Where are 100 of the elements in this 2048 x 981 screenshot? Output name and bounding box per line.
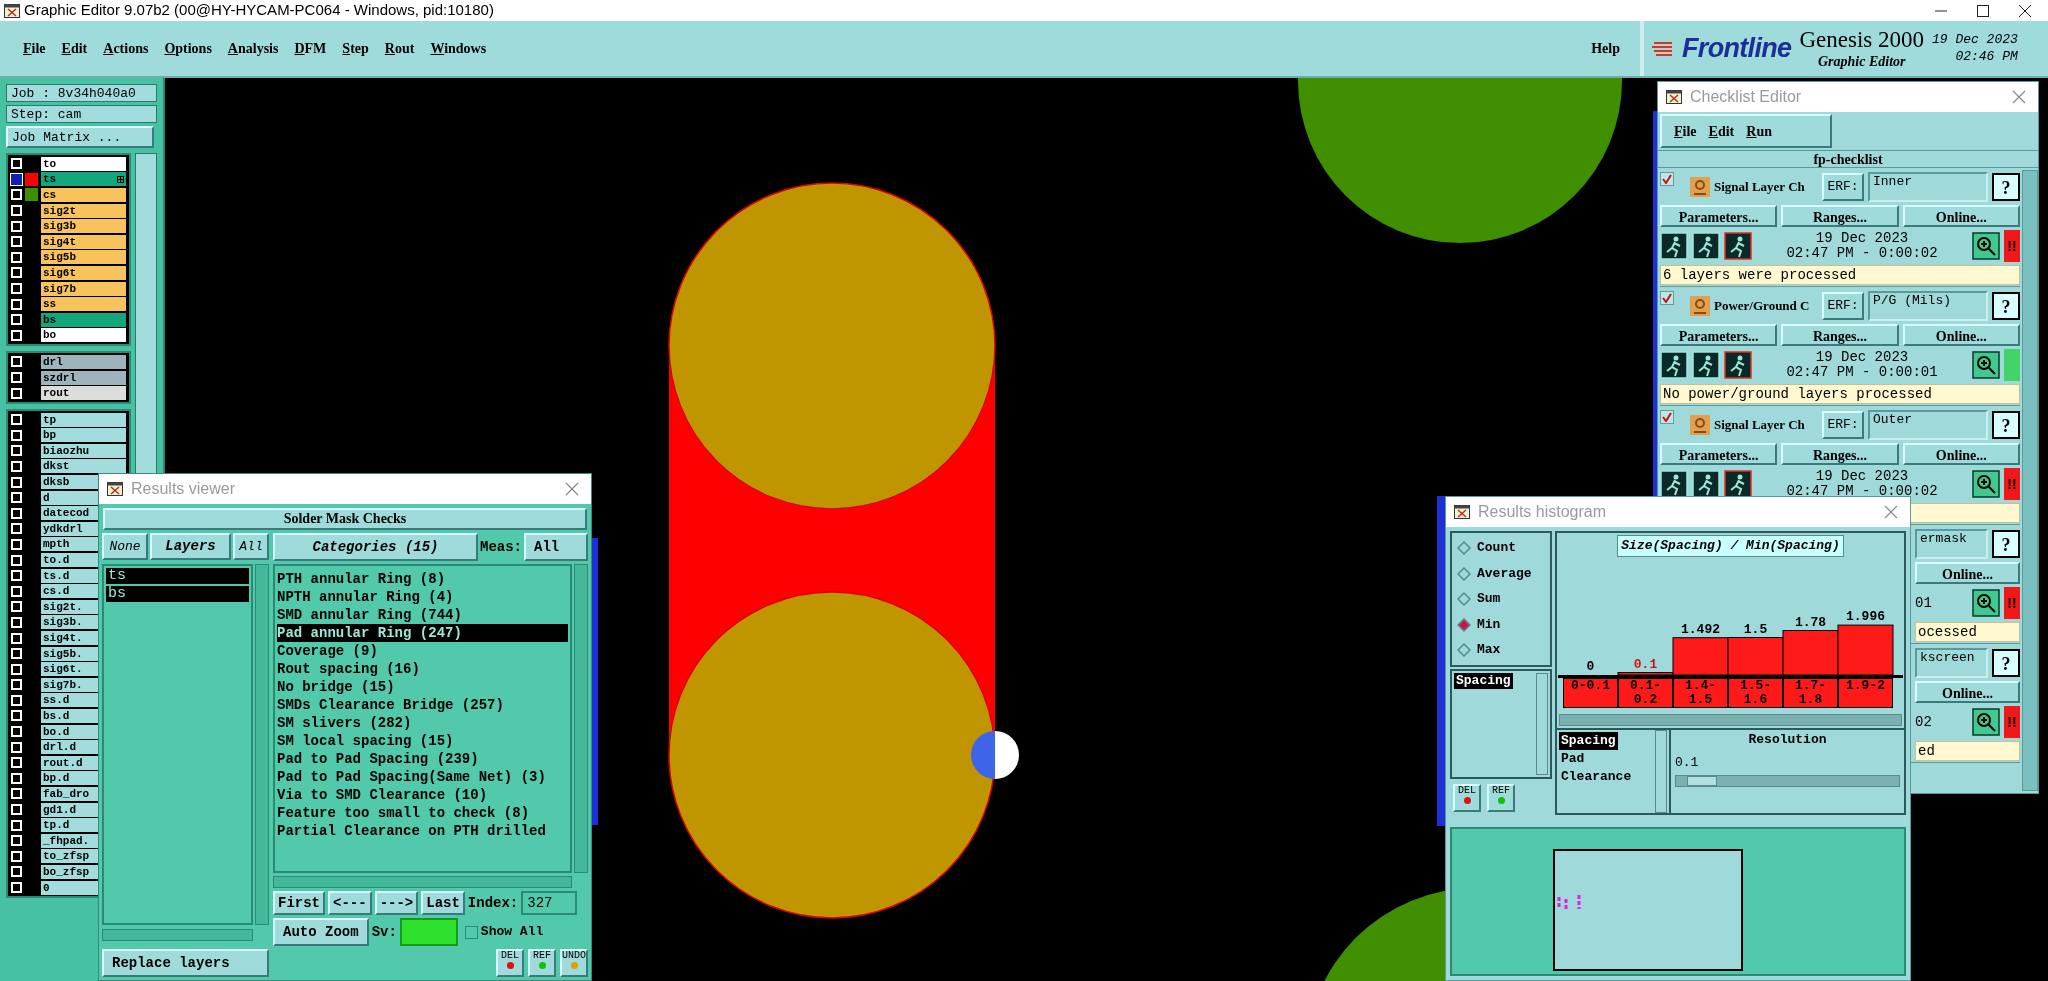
scrollbar[interactable] [1559,713,1902,726]
scrollbar[interactable] [2022,170,2038,791]
histogram-bar[interactable] [1672,636,1729,675]
radio-diamond[interactable] [1457,592,1471,606]
histogram-bar[interactable] [1727,636,1784,675]
layer-name[interactable]: cs [41,188,127,202]
zoom-icon[interactable] [1972,470,2000,498]
check-button[interactable]: Ranges... [1781,324,1899,346]
category-item[interactable]: Rout spacing (16) [277,660,568,678]
layer-name[interactable]: sig7b [41,281,127,296]
item-checkbox[interactable] [1660,291,1674,305]
erf-field[interactable]: Outer [1868,410,1988,440]
attribute-item[interactable]: Pad [1559,749,1587,768]
histogram-bar[interactable] [1617,671,1674,675]
layer-name[interactable]: ts [41,172,127,187]
category-item[interactable]: NPTH annular Ring (4) [277,588,568,606]
layer-name[interactable]: biaozhu [41,443,127,458]
category-item[interactable]: Partial Clearance on PTH drilled [277,822,568,840]
menu-item[interactable]: DFM [289,38,332,59]
scrollbar[interactable] [574,564,588,873]
item-checkbox[interactable] [1660,172,1674,186]
category-item[interactable]: SM slivers (282) [277,714,568,732]
menu-item[interactable]: Rout [379,38,420,59]
zoom-icon[interactable] [1972,589,2000,617]
category-item[interactable]: No bridge (15) [277,678,568,696]
action-button[interactable]: DEL [1453,784,1481,812]
layer-name[interactable]: sig4t [41,234,127,249]
erf-field[interactable]: ermask [1915,529,1988,559]
erf-field[interactable]: P/G (Mils) [1868,291,1988,321]
attribute-item[interactable]: Spacing [1559,731,1618,750]
help-button[interactable]: ? [1992,173,2020,201]
histogram-bar[interactable] [1782,629,1839,675]
runner-icon[interactable] [1724,232,1752,260]
layer-name[interactable]: sig6t [41,265,127,280]
zoom-mode-dropdown[interactable]: Auto Zoom [273,918,369,946]
check-button[interactable]: Online... [1915,562,2020,584]
category-item[interactable]: Feature too small to check (8) [277,804,568,822]
layer-name[interactable]: drl [41,354,127,369]
item-checkbox[interactable] [1660,410,1674,424]
replace-layers-dropdown[interactable]: Replace layers [102,949,269,977]
check-button[interactable]: Ranges... [1781,205,1899,227]
layer-name[interactable]: to [41,156,127,171]
menu-item[interactable]: Actions [98,38,154,59]
show-all-checkbox[interactable] [464,925,478,939]
layer-checkbox[interactable] [11,173,22,185]
erf-field[interactable]: kscreen [1915,648,1988,678]
check-button[interactable]: Online... [1902,324,2020,346]
none-button[interactable]: None [102,533,148,560]
check-button[interactable]: Online... [1902,205,2020,227]
layer-name[interactable]: rout [41,386,127,401]
layer-name[interactable]: szdrl [41,370,127,385]
check-button[interactable]: Parameters... [1660,443,1778,465]
menu-item[interactable]: Windows [425,38,492,59]
help-button[interactable]: ? [1992,649,2020,677]
help-button[interactable]: ? [1992,292,2020,320]
nav-button[interactable]: <--- [328,891,372,915]
action-button[interactable]: DEL [496,949,524,977]
help-button[interactable]: ? [1992,411,2020,439]
measure-item[interactable]: Spacing [1454,673,1513,689]
help-menu[interactable]: Help [1587,38,1624,59]
scrollbar[interactable] [273,876,572,888]
erf-field[interactable]: Inner [1868,172,1988,202]
scrollbar[interactable] [1655,729,1667,813]
category-item[interactable]: Coverage (9) [277,642,568,660]
scrollbar[interactable] [102,929,253,941]
category-item[interactable]: Pad to Pad Spacing (239) [277,750,568,768]
scrollbar[interactable] [1536,673,1548,775]
runner-icon[interactable] [1724,470,1752,498]
check-button[interactable]: Online... [1915,681,2020,703]
scrollbar[interactable] [255,564,269,925]
layer-list-item[interactable]: bs [106,586,249,602]
runner-icon[interactable] [1724,351,1752,379]
job-matrix-button[interactable]: Job Matrix ... [6,126,154,148]
help-button[interactable]: ? [1992,530,2020,558]
radio-diamond[interactable] [1457,541,1471,555]
action-button[interactable]: REF [1487,784,1515,812]
layer-name[interactable]: ss [41,297,127,312]
layer-name[interactable]: sig5b [41,250,127,265]
radio-diamond[interactable] [1457,566,1471,581]
close-icon[interactable] [2018,3,2032,18]
all-button[interactable]: All [233,533,269,560]
category-item[interactable]: PTH annular Ring (8) [277,570,568,588]
action-button[interactable]: REF [528,949,556,977]
layer-name[interactable]: tp [41,412,127,427]
nav-button[interactable]: Last [421,891,465,915]
layer-name[interactable]: bs [41,312,127,327]
zoom-icon[interactable] [1972,232,2000,260]
zoom-icon[interactable] [1972,708,2000,736]
layer-name[interactable]: sig2t [41,203,127,218]
menu-item[interactable]: Analysis [222,38,284,59]
index-field[interactable]: 327 [521,891,578,915]
menu-item[interactable]: File [1674,120,1697,142]
category-item[interactable]: Pad to Pad Spacing(Same Net) (3) [277,768,568,786]
menu-item[interactable]: Step [337,38,374,59]
layer-list-item[interactable]: ts [106,568,249,584]
menu-item[interactable]: Edit [56,38,93,59]
menu-item[interactable]: Edit [1708,120,1735,142]
nav-button[interactable]: First [273,891,325,915]
categories-button[interactable]: Categories (15) [273,533,478,561]
attribute-item[interactable]: Clearance [1559,767,1634,786]
